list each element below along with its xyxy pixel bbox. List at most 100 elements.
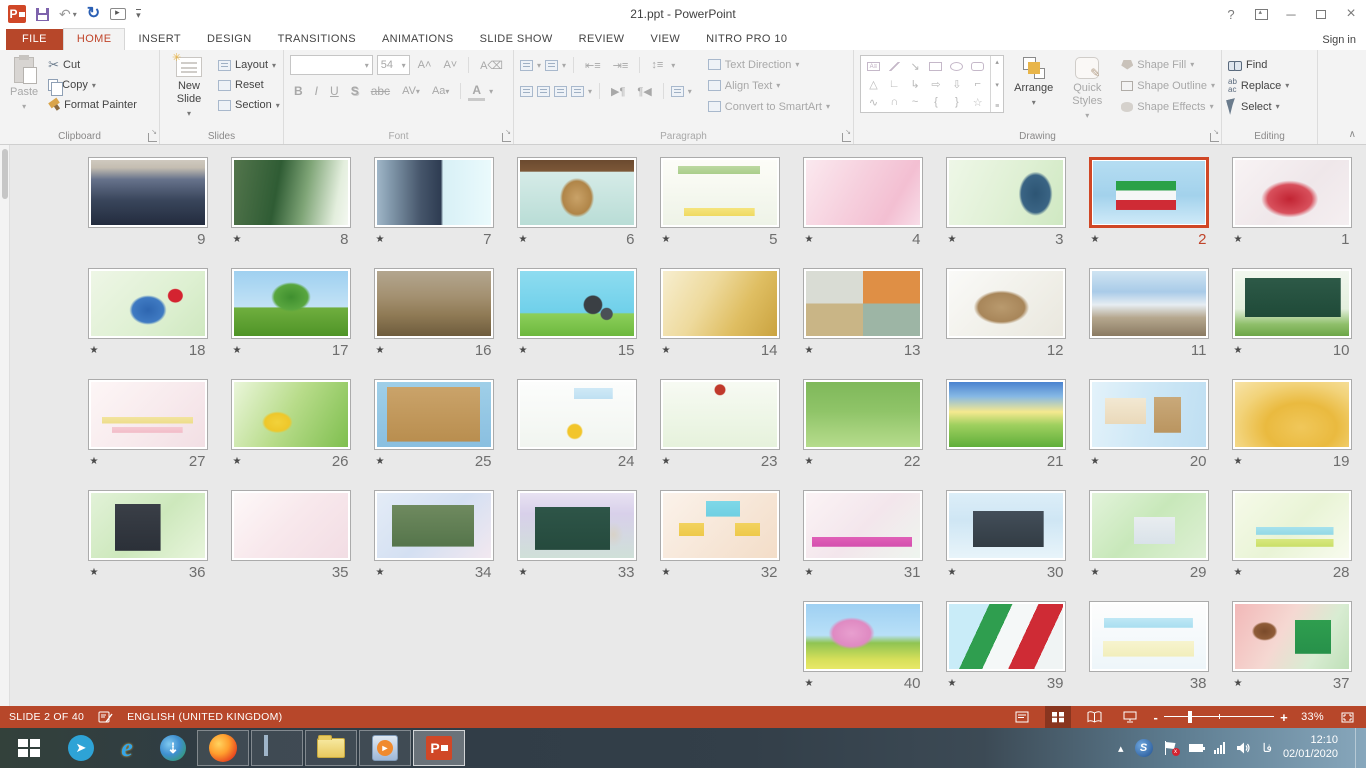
slide-thumbnail[interactable] [1089, 490, 1209, 561]
format-painter-button[interactable]: Format Painter [48, 95, 137, 115]
tab-transitions[interactable]: TRANSITIONS [265, 29, 369, 50]
shape-arrow[interactable]: ↘ [911, 60, 920, 73]
close-button[interactable]: × [1336, 3, 1366, 25]
character-spacing-button[interactable]: AV▾ [398, 84, 424, 98]
text-shadow-button[interactable]: S [347, 83, 363, 99]
tab-slide-show[interactable]: SLIDE SHOW [467, 29, 566, 50]
underline-button[interactable]: U [326, 83, 343, 99]
slide-thumbnail[interactable] [660, 157, 780, 228]
slide-thumbnail[interactable] [88, 379, 208, 450]
layout-button[interactable]: Layout▾ [218, 55, 280, 75]
power-icon[interactable] [1189, 744, 1203, 752]
slide-thumbnail[interactable] [803, 490, 923, 561]
show-desktop-button[interactable] [1355, 728, 1362, 768]
find-button[interactable]: Find [1228, 55, 1289, 74]
decrease-font-size-button[interactable]: A˅ [439, 58, 461, 72]
slide-thumbnail[interactable] [231, 157, 351, 228]
zoom-percentage[interactable]: 33% [1298, 711, 1324, 723]
undo-button[interactable]: ↶▾ [59, 7, 77, 21]
redo-icon[interactable]: ↻ [87, 6, 100, 22]
change-case-button[interactable]: Aa▾ [428, 84, 453, 98]
section-button[interactable]: Section▾ [218, 95, 280, 115]
shapes-scroll-up-icon[interactable]: ▴ [995, 58, 999, 66]
show-hidden-icons-button[interactable]: ▴ [1118, 742, 1124, 755]
new-slide-button[interactable]: New Slide ▾ [166, 55, 212, 128]
taskbar-firefox-button[interactable] [197, 730, 249, 766]
zoom-slider-thumb[interactable] [1188, 711, 1192, 723]
tab-design[interactable]: DESIGN [194, 29, 265, 50]
reading-view-button[interactable] [1081, 706, 1107, 728]
slide-thumbnail[interactable] [88, 268, 208, 339]
normal-view-button[interactable] [1009, 706, 1035, 728]
start-from-beginning-icon[interactable] [110, 8, 126, 20]
collapse-ribbon-button[interactable]: ∧ [1349, 129, 1356, 140]
slide-thumbnail[interactable] [803, 601, 923, 672]
text-direction-button[interactable]: Text Direction▾ [708, 55, 830, 74]
align-text-button[interactable]: Align Text▾ [708, 76, 830, 95]
left-to-right-button[interactable]: ▶¶ [607, 84, 629, 99]
slide-thumbnail[interactable] [1089, 379, 1209, 450]
slide-thumbnail[interactable] [946, 601, 1066, 672]
slide-thumbnail[interactable] [1089, 157, 1209, 228]
convert-to-smartart-button[interactable]: Convert to SmartArt▾ [708, 97, 830, 116]
slide-thumbnail[interactable] [1232, 601, 1352, 672]
action-center-flag-icon[interactable]: x [1164, 741, 1178, 755]
slide-thumbnail[interactable] [374, 379, 494, 450]
shape-rounded-rectangle[interactable] [971, 62, 984, 71]
zoom-slider[interactable] [1164, 711, 1274, 723]
tab-review[interactable]: REVIEW [566, 29, 638, 50]
tab-file[interactable]: FILE [6, 29, 63, 50]
taskbar-media-player-button[interactable]: ► [359, 730, 411, 766]
tab-nitro-pro[interactable]: NITRO PRO 10 [693, 29, 800, 50]
shapes-more-icon[interactable]: ≡ [995, 103, 999, 110]
cut-button[interactable]: ✂Cut [48, 55, 137, 75]
start-button[interactable] [0, 728, 58, 768]
tab-animations[interactable]: ANIMATIONS [369, 29, 467, 50]
shape-star[interactable]: ☆ [973, 96, 983, 109]
slide-thumbnail[interactable] [660, 268, 780, 339]
slide-thumbnail[interactable] [1232, 268, 1352, 339]
network-signal-icon[interactable] [1214, 742, 1225, 754]
slide-thumbnail[interactable] [517, 490, 637, 561]
align-right-icon[interactable] [554, 86, 567, 97]
shape-oval[interactable] [950, 62, 963, 71]
quick-styles-button[interactable]: Quick Styles ▾ [1063, 55, 1111, 128]
shape-l-shape[interactable]: ⌐ [974, 78, 980, 90]
slide-thumbnail[interactable] [374, 157, 494, 228]
taskbar-telegram-icon[interactable]: ➤ [58, 728, 104, 768]
shape-line[interactable] [888, 62, 901, 71]
slide-thumbnail[interactable] [803, 379, 923, 450]
taskbar-idm-icon[interactable]: ⇣ [150, 728, 196, 768]
tray-s-app-icon[interactable]: S [1135, 739, 1153, 757]
slide-thumbnail[interactable] [231, 379, 351, 450]
arrange-button[interactable]: Arrange ▾ [1010, 55, 1057, 128]
slide-thumbnail[interactable] [1232, 157, 1352, 228]
columns-icon[interactable] [671, 86, 684, 97]
shape-triangle[interactable]: △ [869, 78, 877, 91]
shape-elbow-arrow[interactable]: ↳ [911, 78, 920, 91]
shape-effects-button[interactable]: Shape Effects▾ [1121, 97, 1215, 116]
language-indicator[interactable]: ENGLISH (UNITED KINGDOM) [127, 711, 282, 723]
paste-button[interactable]: Paste ▾ [6, 55, 42, 128]
font-size-combo[interactable]: 54▾ [377, 55, 410, 75]
bullets-icon[interactable] [520, 60, 533, 71]
line-spacing-button[interactable]: ↕≡ [647, 58, 667, 72]
shape-curve[interactable]: ~ [912, 96, 918, 108]
slide-thumbnail[interactable] [660, 379, 780, 450]
copy-button[interactable]: Copy▾ [48, 75, 137, 95]
shapes-gallery[interactable]: A≡ ↘ △ ∟ ↳ ⇨ ⇩ ⌐ ∿ ∩ ~ { } [860, 55, 1004, 113]
font-color-button[interactable]: A [468, 82, 485, 101]
increase-indent-button[interactable]: ⇥≡ [609, 58, 633, 73]
shape-outline-button[interactable]: Shape Outline▾ [1121, 76, 1215, 95]
shape-right-brace[interactable]: } [955, 96, 959, 108]
replace-button[interactable]: abacReplace▾ [1228, 76, 1289, 95]
shape-rectangle[interactable] [929, 62, 942, 71]
shape-right-arrow[interactable]: ⇨ [931, 78, 940, 91]
font-dialog-launcher[interactable] [502, 133, 511, 142]
slide-thumbnail[interactable] [1089, 268, 1209, 339]
slide-thumbnail[interactable] [946, 268, 1066, 339]
select-button[interactable]: Select▾ [1228, 97, 1289, 116]
strikethrough-button[interactable]: abc [367, 83, 394, 99]
shapes-scrollbar[interactable]: ▴ ▾ ≡ [990, 56, 1003, 112]
customize-qat-icon[interactable]: ▾ [136, 9, 141, 20]
